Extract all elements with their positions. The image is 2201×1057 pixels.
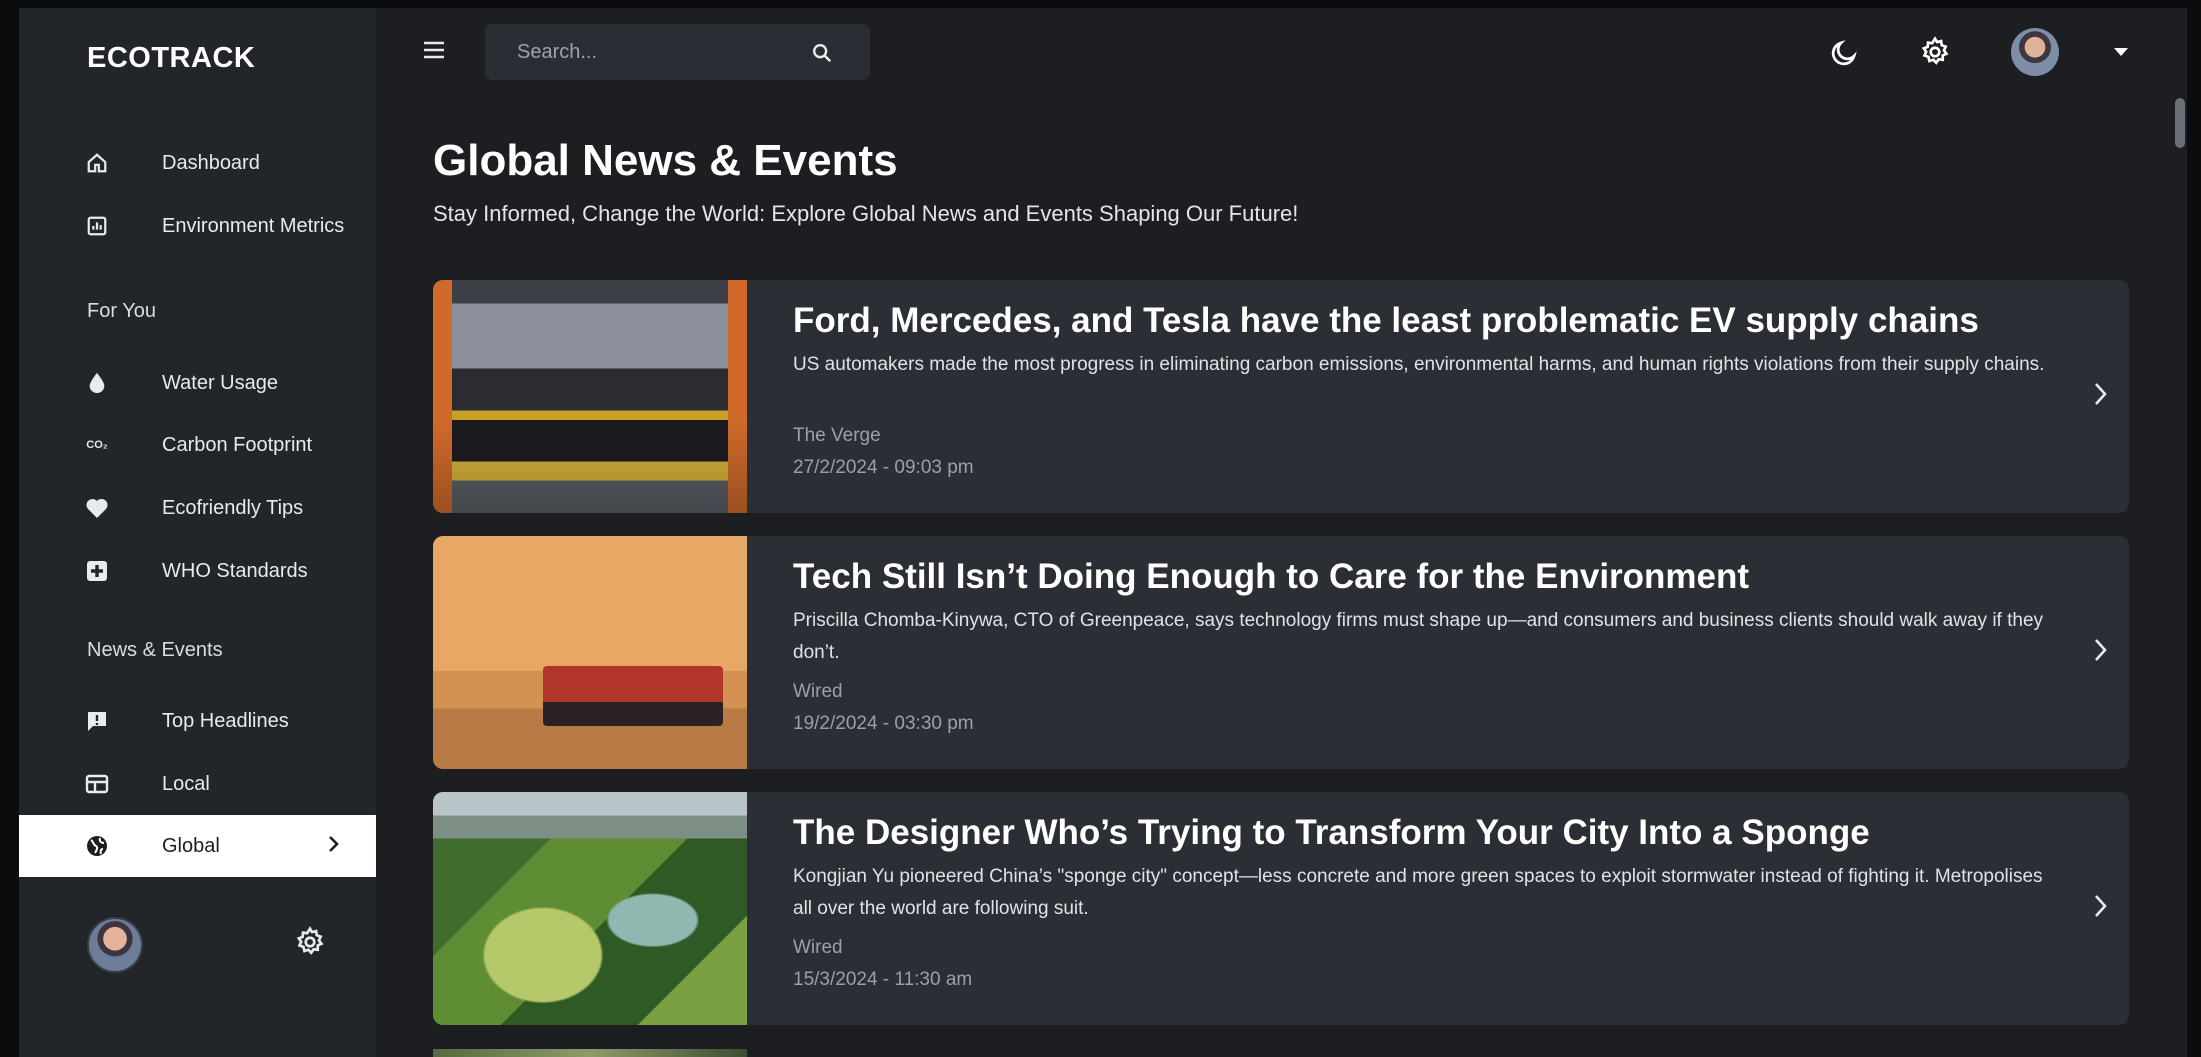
sidebar-item-top-headlines[interactable]: Top Headlines bbox=[19, 690, 376, 752]
page-subtitle: Stay Informed, Change the World: Explore… bbox=[433, 201, 1299, 226]
chevron-right-icon[interactable] bbox=[2093, 637, 2109, 668]
news-source: The Verge bbox=[793, 425, 881, 446]
news-thumbnail-image bbox=[433, 1049, 747, 1057]
fire-truck-shape bbox=[543, 666, 723, 726]
newspaper-icon bbox=[83, 770, 111, 798]
caret-down-icon[interactable] bbox=[2114, 48, 2128, 56]
sidebar-item-label: Water Usage bbox=[162, 371, 278, 394]
news-source: Wired bbox=[793, 681, 843, 702]
sidebar-item-label: Top Headlines bbox=[162, 709, 289, 732]
sidebar-item-label: Carbon Footprint bbox=[162, 433, 313, 456]
news-description: Kongjian Yu pioneered China’s "sponge ci… bbox=[793, 866, 2043, 919]
user-avatar[interactable] bbox=[2011, 28, 2059, 76]
sidebar-item-dashboard[interactable]: Dashboard bbox=[19, 132, 376, 194]
alert-message-icon bbox=[83, 707, 111, 735]
news-thumbnail-image bbox=[433, 536, 747, 769]
section-label-news-events: News & Events bbox=[87, 639, 223, 661]
dark-mode-moon-icon[interactable] bbox=[1829, 38, 1859, 73]
news-description: Priscilla Chomba-Kinywa, CTO of Greenpea… bbox=[793, 610, 2044, 663]
sidebar-item-label: Ecofriendly Tips bbox=[162, 496, 304, 519]
heart-icon bbox=[83, 494, 111, 522]
avatar[interactable] bbox=[87, 917, 143, 973]
co2-icon: CO₂ bbox=[86, 439, 108, 451]
sidebar-item-who-standards[interactable]: WHO Standards bbox=[19, 540, 376, 602]
sidebar-item-label: Dashboard bbox=[162, 151, 260, 174]
news-card[interactable]: Ford, Mercedes, and Tesla have the least… bbox=[433, 280, 2129, 513]
news-title: Tech Still Isn’t Doing Enough to Care fo… bbox=[793, 557, 1750, 596]
news-card[interactable]: Tech Still Isn’t Doing Enough to Care fo… bbox=[433, 536, 2129, 769]
gear-icon[interactable] bbox=[1919, 36, 1951, 73]
news-thumbnail-image bbox=[433, 792, 747, 1025]
news-description: US automakers made the most progress in … bbox=[793, 354, 2045, 375]
news-thumbnail-image bbox=[433, 280, 747, 513]
news-card[interactable]: The Designer Who’s Trying to Transform Y… bbox=[433, 792, 2129, 1025]
section-label-for-you: For You bbox=[87, 300, 156, 322]
chevron-right-icon bbox=[327, 834, 341, 859]
news-source: Wired bbox=[793, 937, 843, 958]
sidebar-item-label: Local bbox=[162, 772, 210, 795]
plus-box-icon bbox=[83, 557, 111, 585]
globe-icon bbox=[83, 832, 111, 860]
scrollbar-thumb[interactable] bbox=[2175, 98, 2185, 148]
sidebar-item-water-usage[interactable]: Water Usage bbox=[19, 352, 376, 414]
water-drop-icon bbox=[83, 369, 111, 397]
gear-icon[interactable] bbox=[294, 926, 326, 963]
sidebar: ECOTRACK Dashboard Environment Metrics F… bbox=[19, 8, 376, 1057]
sidebar-item-label: WHO Standards bbox=[162, 559, 308, 582]
scrollbar-track[interactable] bbox=[2173, 8, 2187, 1057]
sidebar-item-global[interactable]: Global bbox=[19, 815, 376, 877]
app-window: ECOTRACK Dashboard Environment Metrics F… bbox=[19, 8, 2187, 1057]
sidebar-item-label: Global bbox=[162, 834, 220, 857]
sidebar-item-environment-metrics[interactable]: Environment Metrics bbox=[19, 195, 376, 257]
sidebar-item-label: Environment Metrics bbox=[162, 214, 345, 237]
news-date: 15/3/2024 - 11:30 am bbox=[793, 969, 973, 990]
page-title: Global News & Events bbox=[433, 136, 898, 185]
chevron-right-icon[interactable] bbox=[2093, 381, 2109, 412]
news-title: The Designer Who’s Trying to Transform Y… bbox=[793, 813, 1870, 852]
news-title: Ford, Mercedes, and Tesla have the least… bbox=[793, 301, 1979, 340]
chevron-right-icon[interactable] bbox=[2093, 893, 2109, 924]
home-icon bbox=[83, 149, 111, 177]
chart-icon bbox=[83, 212, 111, 240]
sidebar-item-local[interactable]: Local bbox=[19, 753, 376, 815]
sidebar-item-ecofriendly-tips[interactable]: Ecofriendly Tips bbox=[19, 477, 376, 539]
news-date: 27/2/2024 - 09:03 pm bbox=[793, 457, 974, 478]
menu-icon[interactable] bbox=[422, 40, 446, 65]
sidebar-item-carbon-footprint[interactable]: CO₂ Carbon Footprint bbox=[19, 414, 376, 476]
news-date: 19/2/2024 - 03:30 pm bbox=[793, 713, 974, 734]
search-input[interactable] bbox=[485, 24, 785, 80]
search-icon[interactable] bbox=[811, 42, 833, 69]
search-bar bbox=[485, 24, 870, 80]
brand-logo[interactable]: ECOTRACK bbox=[87, 42, 255, 75]
